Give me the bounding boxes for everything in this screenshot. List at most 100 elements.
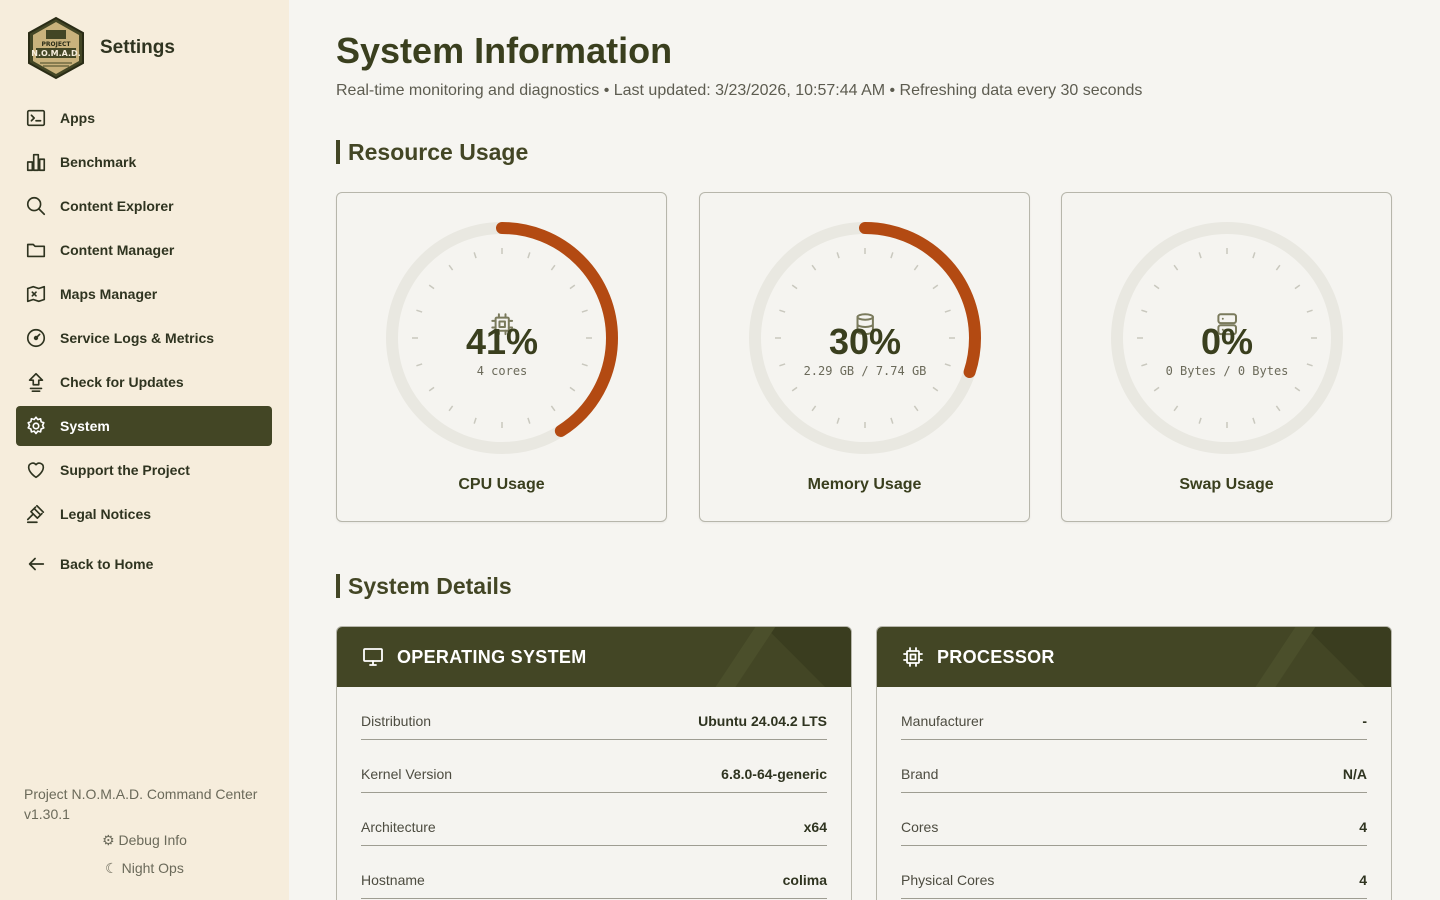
gauge-tick (890, 417, 894, 424)
gauge-tick (428, 284, 435, 290)
gauge-tick (1306, 309, 1313, 313)
gauge-tick (1141, 309, 1148, 313)
sidebar-item-label: Maps Manager (60, 286, 158, 302)
sidebar-item-maps-manager[interactable]: Maps Manager (16, 274, 272, 314)
row-key: Hostname (361, 872, 425, 888)
search-icon (24, 194, 48, 218)
sidebar-item-label: Apps (60, 110, 95, 126)
gauge-tick (527, 417, 531, 424)
gauge-tick (569, 386, 576, 392)
sidebar-item-label: Service Logs & Metrics (60, 330, 215, 346)
gauge-tick (1306, 363, 1313, 367)
update-arrow-icon (24, 370, 48, 394)
night-ops-label: Night Ops (121, 860, 184, 876)
gauge-tick (416, 309, 423, 313)
version-text: Project N.O.M.A.D. Command Center v1.30.… (24, 786, 258, 822)
gauge-label: CPU Usage (458, 476, 545, 493)
gauge-tick (944, 309, 951, 313)
gauge-tick (550, 405, 556, 412)
processor-card-title: PROCESSOR (937, 646, 1055, 667)
sidebar-item-system[interactable]: System (16, 406, 272, 446)
row-key: Cores (901, 819, 939, 835)
sidebar-item-label: Benchmark (60, 154, 137, 170)
memory-gauge-card: 30% 2.29 GB / 7.74 GB Memory Usage (699, 192, 1030, 522)
os-card: OPERATING SYSTEM Distribution Ubuntu 24.0… (336, 626, 852, 900)
resource-usage-heading: Resource Usage (336, 140, 528, 164)
row-value: x64 (803, 819, 827, 835)
row-value: colima (782, 872, 827, 888)
monitor-icon (361, 645, 385, 669)
gauge-tick (448, 264, 454, 271)
gauge-tick (550, 264, 556, 271)
sidebar-item-support[interactable]: Support the Project (16, 450, 272, 490)
row-value: 4 (1359, 872, 1367, 888)
gauge-tick (1141, 363, 1148, 367)
svg-text:PROJECT: PROJECT (42, 41, 72, 48)
os-card-title: OPERATING SYSTEM (397, 646, 587, 667)
row-value: Ubuntu 24.04.2 LTS (698, 713, 827, 729)
terminal-icon (24, 106, 48, 130)
gauge-tick (448, 405, 454, 412)
cpu-gauge: 41% 4 cores (386, 222, 618, 454)
table-row: Kernel Version 6.8.0-64-generic (361, 740, 827, 793)
row-key: Manufacturer (901, 713, 984, 729)
row-key: Brand (901, 766, 939, 782)
row-key: Physical Cores (901, 872, 995, 888)
sidebar-item-benchmark[interactable]: Benchmark (16, 142, 272, 182)
sidebar: PROJECT N.O.M.A.D. Settings Apps Benchma… (0, 0, 289, 900)
row-value: N/A (1342, 766, 1367, 782)
row-value: - (1362, 713, 1367, 729)
swap-gauge: 0% 0 Bytes / 0 Bytes (1111, 222, 1343, 454)
gauge-icon (24, 326, 48, 350)
gauge-tick (1294, 284, 1301, 290)
gauge-tick (1153, 284, 1160, 290)
table-row: Architecture x64 (361, 793, 827, 846)
gauge-tick (581, 309, 588, 313)
debug-info-label: Debug Info (118, 832, 187, 848)
sidebar-item-legal[interactable]: Legal Notices (16, 494, 272, 534)
sidebar-item-check-updates[interactable]: Check for Updates (16, 362, 272, 402)
sidebar-item-service-logs[interactable]: Service Logs & Metrics (16, 318, 272, 358)
gauge-tick (836, 252, 840, 259)
gauge-tick (779, 363, 786, 367)
row-key: Distribution (361, 713, 432, 729)
back-to-home-link[interactable]: Back to Home (16, 544, 272, 584)
brand: PROJECT N.O.M.A.D. Settings (24, 16, 175, 80)
gauge-tick (1198, 252, 1202, 259)
table-row: Distribution Ubuntu 24.04.2 LTS (361, 687, 827, 740)
page-subtitle: Real-time monitoring and diagnostics • L… (336, 82, 1143, 99)
sidebar-item-content-manager[interactable]: Content Manager (16, 230, 272, 270)
nomad-logo[interactable]: PROJECT N.O.M.A.D. (24, 16, 88, 80)
memory-gauge: 30% 2.29 GB / 7.74 GB (749, 222, 981, 454)
gauge-detail: 4 cores (477, 364, 528, 378)
gauge-tick (1173, 264, 1179, 271)
gauge-tick (581, 363, 588, 367)
sidebar-item-apps[interactable]: Apps (16, 98, 272, 138)
processor-rows: Manufacturer - Brand N/A Cores 4 Physical C… (877, 687, 1391, 899)
gauge-tick (569, 284, 576, 290)
table-row: Brand N/A (901, 740, 1367, 793)
gauge-detail: 2.29 GB / 7.74 GB (804, 364, 927, 378)
table-row: Manufacturer - (901, 687, 1367, 740)
debug-info-link[interactable]: ⚙ Debug Info (0, 832, 289, 849)
gauge-tick (913, 264, 919, 271)
gauge-tick (1153, 386, 1160, 392)
bug-icon: ⚙ (102, 832, 115, 848)
gauge-detail: 0 Bytes / 0 Bytes (1166, 364, 1289, 378)
gauge-tick (932, 386, 939, 392)
row-key: Architecture (361, 819, 436, 835)
back-to-home-label: Back to Home (60, 556, 154, 572)
processor-card: PROCESSOR Manufacturer - Brand N/A Cores 4 … (876, 626, 1392, 900)
sidebar-item-label: Content Manager (60, 242, 175, 258)
table-row: Hostname colima (361, 846, 827, 899)
gauge-tick (1294, 386, 1301, 392)
sidebar-item-label: Content Explorer (60, 198, 174, 214)
sidebar-item-content-explorer[interactable]: Content Explorer (16, 186, 272, 226)
night-ops-toggle[interactable]: ☾ Night Ops (0, 860, 289, 877)
processor-card-header: PROCESSOR (877, 627, 1391, 687)
cpu-icon (901, 645, 925, 669)
gauge-tick (1275, 405, 1281, 412)
gauge-tick (836, 417, 840, 424)
gauge-tick (473, 252, 477, 259)
gavel-icon (24, 502, 48, 526)
